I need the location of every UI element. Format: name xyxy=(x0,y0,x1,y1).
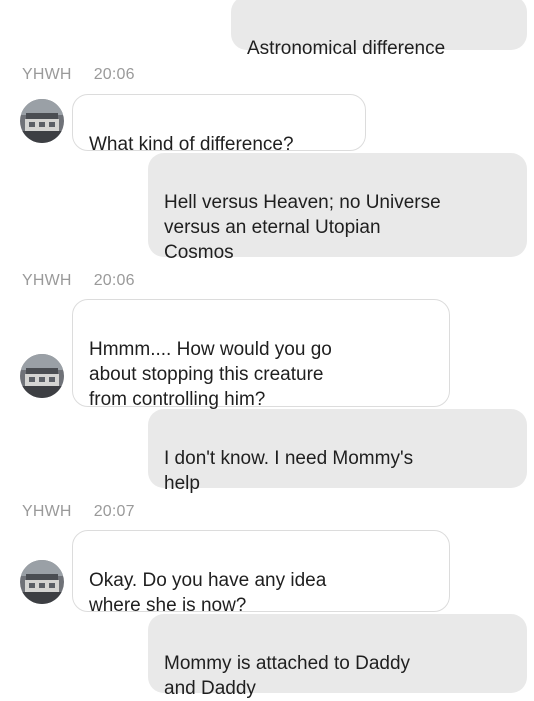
sender-avatar[interactable] xyxy=(20,99,64,143)
sender-name: YHWH xyxy=(22,66,72,83)
incoming-message[interactable]: Okay. Do you have any idea where she is … xyxy=(72,530,450,616)
outgoing-message[interactable]: Mommy is attached to Daddy and Daddy xyxy=(148,614,527,699)
message-time: 20:07 xyxy=(93,503,135,520)
message-text: What kind of difference? xyxy=(89,134,294,155)
message-text: Mommy is attached to Daddy and Daddy xyxy=(164,653,411,699)
message-text: I don't know. I need Mommy's help xyxy=(164,448,414,494)
sender-avatar[interactable] xyxy=(20,560,64,604)
message-meta: YHWH 20:07 xyxy=(22,503,135,521)
incoming-message[interactable]: Hmmm.... How would you go about stopping… xyxy=(72,299,450,410)
message-text: Hell versus Heaven; no Universe versus a… xyxy=(164,192,441,263)
message-time: 20:06 xyxy=(93,66,135,83)
outgoing-message[interactable]: Hell versus Heaven; no Universe versus a… xyxy=(148,153,527,263)
sender-name: YHWH xyxy=(22,272,72,289)
sender-avatar[interactable] xyxy=(20,354,64,398)
incoming-message[interactable]: What kind of difference? xyxy=(72,94,366,155)
sender-name: YHWH xyxy=(22,503,72,520)
message-text: Astronomical difference xyxy=(247,38,446,59)
outgoing-message[interactable]: I don't know. I need Mommy's help xyxy=(148,409,527,494)
message-meta: YHWH 20:06 xyxy=(22,272,135,290)
message-time: 20:06 xyxy=(93,272,135,289)
message-text: Okay. Do you have any idea where she is … xyxy=(89,570,327,616)
outgoing-message[interactable]: Astronomical difference xyxy=(231,0,527,59)
message-text: Hmmm.... How would you go about stopping… xyxy=(89,339,332,410)
message-meta: YHWH 20:06 xyxy=(22,66,135,84)
